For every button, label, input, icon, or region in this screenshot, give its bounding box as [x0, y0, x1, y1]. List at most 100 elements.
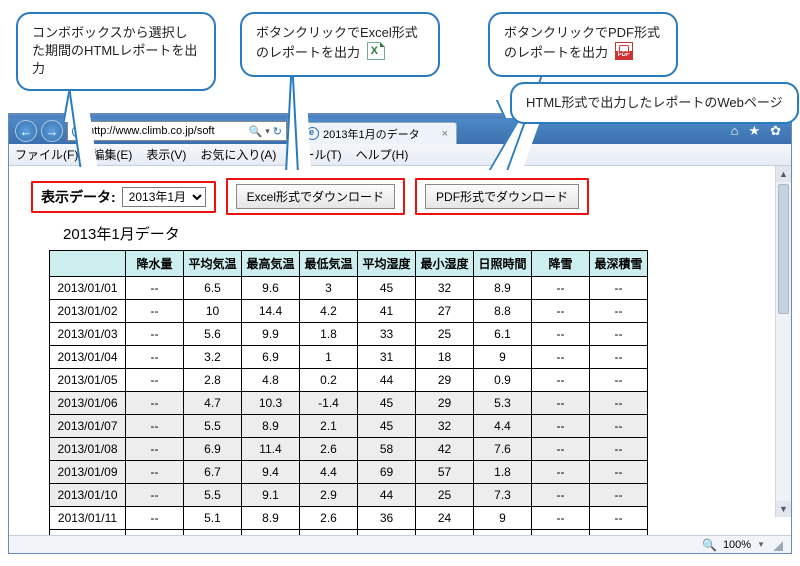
cell-value: --	[590, 461, 648, 484]
zoom-value: 100%	[723, 539, 751, 551]
cell-value: 25	[416, 323, 474, 346]
menu-view[interactable]: 表示(V)	[146, 146, 186, 163]
cell-value: --	[532, 484, 590, 507]
scroll-up-icon[interactable]: ▲	[776, 166, 791, 182]
cell-value: --	[532, 415, 590, 438]
table-row: 2013/01/03--5.69.91.833256.1----	[50, 323, 648, 346]
page-content: 表示データ: 2013年1月 Excel形式でダウンロード PDF形式でダウンロ…	[9, 166, 791, 535]
cell-value: 4.2	[300, 300, 358, 323]
vertical-scrollbar[interactable]: ▲ ▼	[775, 166, 791, 517]
cell-value: 1.8	[300, 323, 358, 346]
cell-value: 4.6	[184, 530, 242, 536]
cell-value: --	[590, 323, 648, 346]
table-row: 2013/01/11--5.18.92.636249----	[50, 507, 648, 530]
menu-file[interactable]: ファイル(F)	[15, 146, 78, 163]
cell-value: --	[590, 300, 648, 323]
cell-value: 9	[474, 346, 532, 369]
cell-value: 58	[358, 438, 416, 461]
cell-value: 32	[416, 415, 474, 438]
cell-value: 8.9	[242, 507, 300, 530]
refresh-icon[interactable]: ↻	[273, 125, 282, 138]
col-header: 最深積雪	[590, 251, 648, 277]
cell-value: 8.9	[242, 415, 300, 438]
status-bar: 🔍 100% ▼	[9, 535, 791, 553]
cell-value: 44	[358, 484, 416, 507]
cell-value: 41	[358, 300, 416, 323]
cell-value: --	[590, 438, 648, 461]
callout-page: HTML形式で出力したレポートのWebページ	[510, 82, 799, 124]
menu-favorites[interactable]: お気に入り(A)	[200, 146, 276, 163]
cell-value: --	[590, 530, 648, 536]
highlight-pdf: PDF形式でダウンロード	[415, 178, 589, 215]
highlight-combo: 表示データ: 2013年1月	[31, 181, 216, 213]
cell-value: 8.9	[474, 277, 532, 300]
cell-value: 45	[358, 277, 416, 300]
table-row: 2013/01/04--3.26.9131189----	[50, 346, 648, 369]
table-row: 2013/01/07--5.58.92.145324.4----	[50, 415, 648, 438]
cell-value: 18	[416, 346, 474, 369]
home-icon[interactable]: ⌂	[731, 123, 739, 139]
period-combobox[interactable]: 2013年1月	[122, 187, 206, 207]
cell-value: 24	[416, 507, 474, 530]
cell-value: --	[590, 415, 648, 438]
cell-value: --	[126, 277, 184, 300]
cell-value: 31	[358, 346, 416, 369]
forward-button[interactable]: →	[41, 120, 63, 142]
zoom-icon[interactable]: 🔍	[702, 538, 717, 552]
excel-download-button[interactable]: Excel形式でダウンロード	[236, 184, 395, 209]
scroll-thumb[interactable]	[778, 184, 789, 314]
cell-value: 7.3	[474, 484, 532, 507]
back-button[interactable]: ←	[15, 120, 37, 142]
browser-tab[interactable]: 2013年1月のデータ ×	[297, 122, 457, 144]
resize-grip-icon[interactable]	[771, 539, 783, 551]
cell-value: 3	[300, 277, 358, 300]
pdf-download-button[interactable]: PDF形式でダウンロード	[425, 184, 579, 209]
cell-value: --	[590, 277, 648, 300]
cell-value: 6.7	[184, 461, 242, 484]
cell-value: 9.9	[242, 323, 300, 346]
cell-date: 2013/01/04	[50, 346, 126, 369]
search-dropdown-icon[interactable]: ▾	[265, 126, 270, 137]
cell-value: 1.8	[474, 461, 532, 484]
cell-value: 6.2	[474, 530, 532, 536]
cell-value: 25	[416, 484, 474, 507]
url-text: http://www.climb.co.jp/soft	[88, 125, 215, 137]
display-label: 表示データ:	[41, 187, 116, 207]
url-field[interactable]: http://www.climb.co.jp/soft 🔍 ▾ ↻	[67, 121, 287, 141]
cell-value: 2.6	[300, 507, 358, 530]
col-header: 降雪	[532, 251, 590, 277]
cell-value: 9.4	[242, 461, 300, 484]
cell-value: 14.4	[242, 300, 300, 323]
cell-value: 9	[474, 507, 532, 530]
col-header: 日照時間	[474, 251, 532, 277]
cell-value: 8.8	[242, 530, 300, 536]
controls-row: 表示データ: 2013年1月 Excel形式でダウンロード PDF形式でダウンロ…	[31, 178, 761, 215]
cell-value: --	[590, 346, 648, 369]
table-row: 2013/01/12--4.68.81.245336.2----	[50, 530, 648, 536]
menu-help[interactable]: ヘルプ(H)	[356, 146, 409, 163]
search-icon[interactable]: 🔍	[249, 125, 263, 138]
cell-value: --	[126, 323, 184, 346]
cell-value: 27	[416, 300, 474, 323]
cell-value: --	[532, 300, 590, 323]
cell-value: --	[532, 461, 590, 484]
excel-icon	[367, 42, 385, 60]
favorites-icon[interactable]: ★	[748, 123, 760, 139]
col-header: 最小湿度	[416, 251, 474, 277]
cell-value: 5.6	[184, 323, 242, 346]
cell-value: --	[126, 461, 184, 484]
page-viewport: 表示データ: 2013年1月 Excel形式でダウンロード PDF形式でダウンロ…	[9, 166, 775, 535]
browser-window: ← → http://www.climb.co.jp/soft 🔍 ▾ ↻ 20…	[8, 113, 792, 554]
cell-value: 3.2	[184, 346, 242, 369]
tab-close-icon[interactable]: ×	[442, 128, 448, 140]
cell-value: --	[590, 392, 648, 415]
zoom-dropdown-icon[interactable]: ▼	[757, 540, 765, 549]
cell-value: 32	[416, 277, 474, 300]
tools-gear-icon[interactable]: ✿	[770, 123, 781, 139]
scroll-down-icon[interactable]: ▼	[776, 501, 791, 517]
menu-edit[interactable]: 編集(E)	[92, 146, 132, 163]
cell-date: 2013/01/12	[50, 530, 126, 536]
cell-value: 5.5	[184, 484, 242, 507]
table-row: 2013/01/09--6.79.44.469571.8----	[50, 461, 648, 484]
cell-value: 29	[416, 369, 474, 392]
